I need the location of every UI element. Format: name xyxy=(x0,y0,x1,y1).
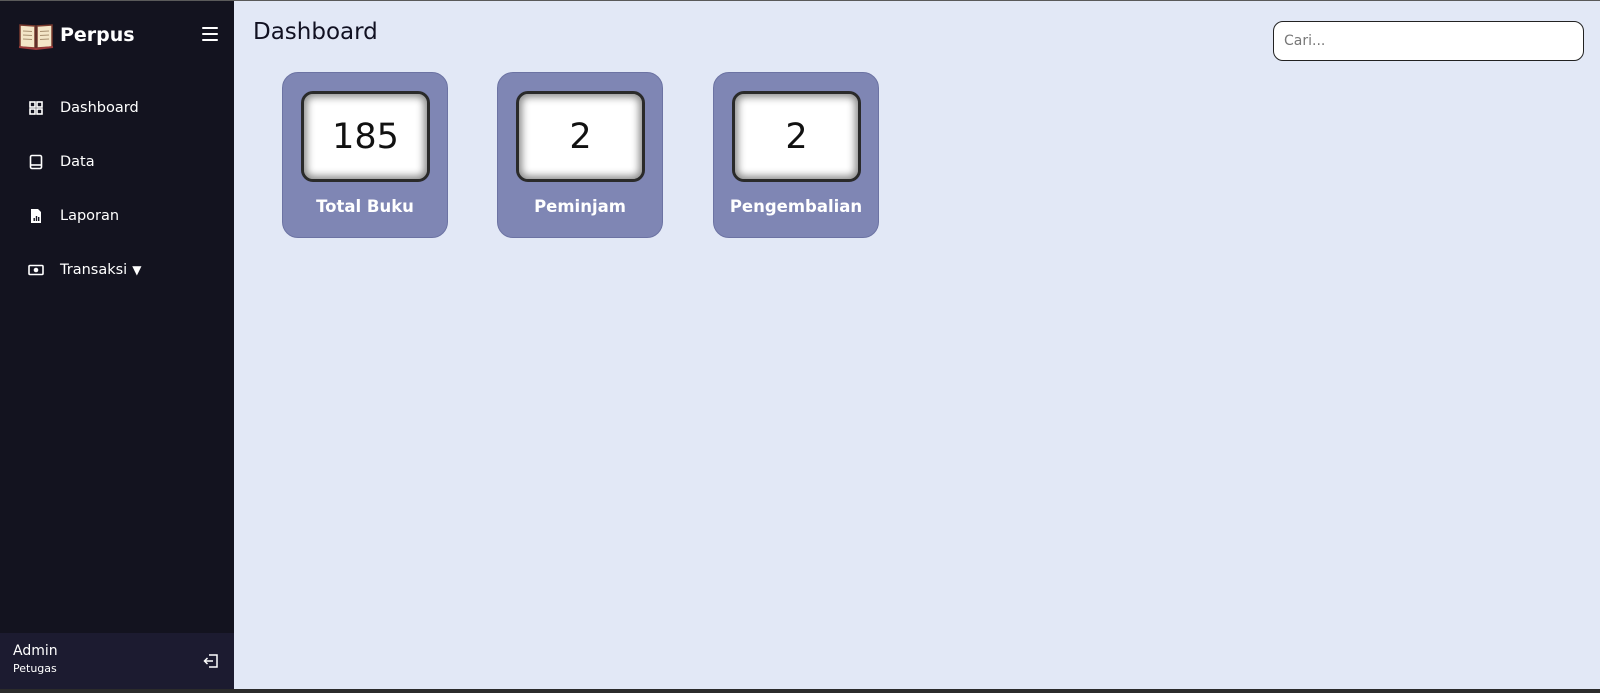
search-input[interactable] xyxy=(1273,21,1584,61)
sidebar-item-label: Data xyxy=(60,154,95,170)
sidebar-nav: Dashboard Data Laporan Transaksi ▼ xyxy=(0,81,234,297)
stat-card-peminjam[interactable]: 2 Peminjam xyxy=(497,72,663,238)
user-name: Admin xyxy=(13,643,58,659)
open-book-icon xyxy=(18,20,54,51)
stat-label: Peminjam xyxy=(534,197,626,216)
main-content: Dashboard 185 Total Buku 2 Peminjam 2 Pe… xyxy=(234,1,1600,689)
user-panel: Admin Petugas xyxy=(0,633,234,689)
brand[interactable]: Perpus xyxy=(18,18,135,52)
sidebar-item-dashboard[interactable]: Dashboard xyxy=(0,81,234,135)
app-window: Perpus Dashboard Data Laporan Transaksi … xyxy=(0,0,1600,689)
stat-label: Total Buku xyxy=(316,197,414,216)
sidebar-item-transaksi[interactable]: Transaksi ▼ xyxy=(0,243,234,297)
stat-card-total-buku[interactable]: 185 Total Buku xyxy=(282,72,448,238)
grid-icon xyxy=(28,100,44,116)
stat-label: Pengembalian xyxy=(729,197,863,216)
sidebar-item-data[interactable]: Data xyxy=(0,135,234,189)
sidebar: Perpus Dashboard Data Laporan Transaksi … xyxy=(0,1,234,689)
sidebar-item-label: Laporan xyxy=(60,208,120,224)
caret-down-icon: ▼ xyxy=(132,263,142,277)
stat-value: 2 xyxy=(732,91,861,182)
hamburger-menu-icon[interactable] xyxy=(202,27,218,41)
sidebar-item-laporan[interactable]: Laporan xyxy=(0,189,234,243)
sidebar-item-label: Transaksi xyxy=(60,262,128,278)
brand-name: Perpus xyxy=(60,24,135,46)
book-icon xyxy=(28,154,44,170)
report-file-icon xyxy=(28,208,44,224)
stat-card-pengembalian[interactable]: 2 Pengembalian xyxy=(713,72,879,238)
user-role: Petugas xyxy=(13,662,57,675)
logout-icon[interactable] xyxy=(203,653,219,669)
stat-value: 185 xyxy=(301,91,430,182)
page-title: Dashboard xyxy=(253,19,378,45)
stat-value: 2 xyxy=(516,91,645,182)
sidebar-item-label: Dashboard xyxy=(60,100,139,116)
money-icon xyxy=(28,262,44,278)
